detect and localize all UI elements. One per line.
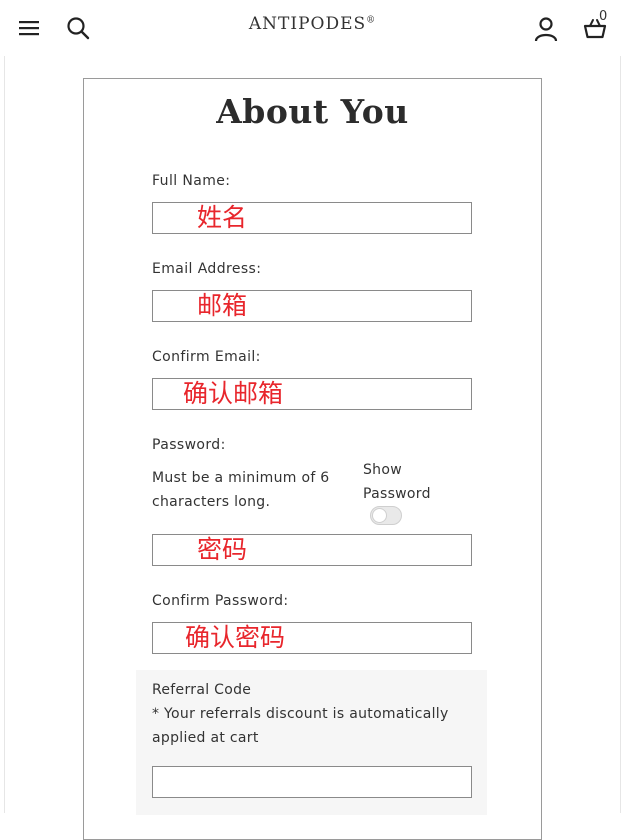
- logo-registered-mark: ®: [366, 15, 377, 26]
- referral-text-block: Referral Code * Your referrals discount …: [152, 678, 472, 750]
- viewport-frame-left: [4, 4, 5, 813]
- email-label: Email Address:: [152, 261, 262, 277]
- confirm-password-label: Confirm Password:: [152, 593, 289, 609]
- referral-label: Referral Code: [152, 682, 252, 698]
- referral-code-input[interactable]: [152, 766, 472, 798]
- referral-note: * Your referrals discount is automatical…: [152, 706, 449, 746]
- confirm-email-label: Confirm Email:: [152, 349, 261, 365]
- full-name-value: 姓名: [197, 203, 248, 232]
- show-password-label: Show Password: [363, 462, 431, 502]
- confirm-password-input[interactable]: 确认密码: [152, 622, 472, 654]
- email-value: 邮箱: [197, 291, 248, 320]
- basket-count-badge: 0: [599, 9, 608, 24]
- show-password-toggle[interactable]: [370, 506, 402, 525]
- password-value: 密码: [197, 535, 248, 564]
- confirm-email-value: 确认邮箱: [183, 379, 284, 408]
- page-title: About You: [216, 92, 409, 131]
- confirm-password-value: 确认密码: [185, 623, 286, 652]
- email-input[interactable]: 邮箱: [152, 290, 472, 322]
- site-header: ANTIPODES® 0: [0, 0, 625, 56]
- account-icon[interactable]: [533, 16, 559, 42]
- password-hint: Must be a minimum of 6 characters long.: [152, 470, 330, 510]
- full-name-label: Full Name:: [152, 173, 231, 189]
- password-input[interactable]: 密码: [152, 534, 472, 566]
- full-name-input[interactable]: 姓名: [152, 202, 472, 234]
- password-label: Password:: [152, 437, 226, 453]
- toggle-knob: [372, 508, 387, 523]
- viewport-frame-right: [620, 4, 621, 813]
- brand-logo[interactable]: ANTIPODES®: [0, 14, 625, 34]
- logo-text: ANTIPODES: [248, 14, 367, 34]
- confirm-email-input[interactable]: 确认邮箱: [152, 378, 472, 410]
